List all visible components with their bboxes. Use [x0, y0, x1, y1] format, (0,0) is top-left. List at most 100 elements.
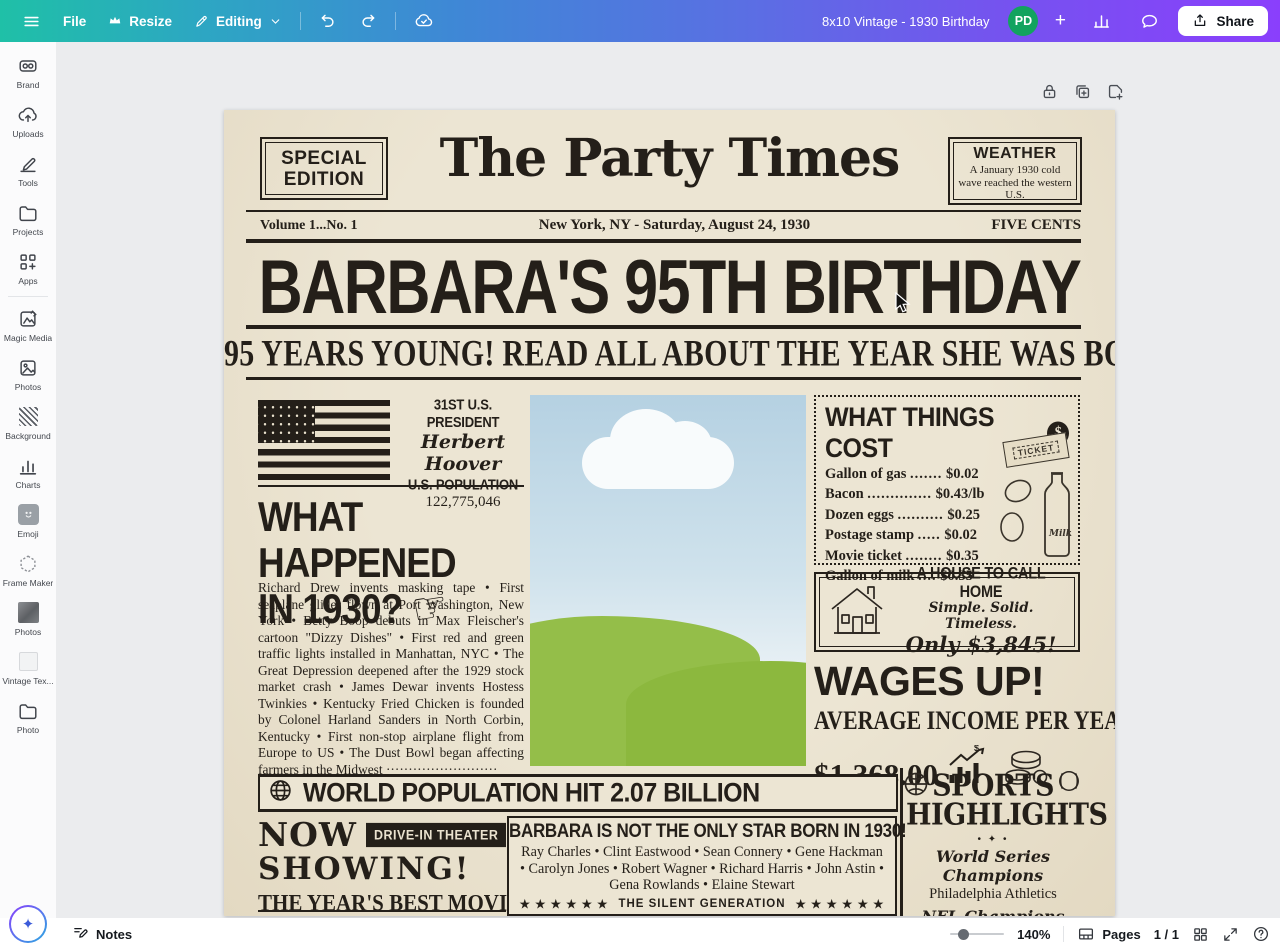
file-menu-button[interactable]: File — [53, 8, 96, 35]
badge-line1: SPECIAL — [281, 148, 367, 169]
ticket-icon: TICKET — [1002, 432, 1069, 468]
add-page-icon[interactable] — [1106, 82, 1125, 101]
grid-view-icon[interactable] — [1192, 926, 1209, 943]
help-icon[interactable] — [1252, 925, 1270, 943]
redo-button[interactable] — [349, 6, 387, 36]
sidebar-item-magic-media[interactable]: Magic Media — [0, 301, 56, 350]
sidebar-item-charts[interactable]: Charts — [0, 448, 56, 497]
stars-left: ★ ★ ★ ★ ★ ★ — [520, 897, 609, 911]
lock-icon[interactable] — [1040, 82, 1059, 101]
sidebar-item-label: Emoji — [17, 529, 38, 539]
undo-button[interactable] — [309, 6, 347, 36]
brand-icon — [17, 54, 40, 77]
avatar[interactable]: PD — [1008, 6, 1038, 36]
sidebar-item-photos-2[interactable]: Photos — [0, 595, 56, 644]
app-window: File Resize Editing — [0, 0, 1280, 950]
top-toolbar: File Resize Editing — [0, 0, 1280, 42]
page-indicator: 1 / 1 — [1154, 927, 1179, 942]
photo-folder-icon — [17, 699, 40, 722]
vintage-text-icon — [17, 650, 40, 673]
masthead-title: The Party Times — [394, 128, 945, 189]
fullscreen-icon[interactable] — [1222, 926, 1239, 943]
share-button[interactable]: Share — [1178, 6, 1268, 36]
sports-ornament: • ✦ • — [906, 834, 1080, 845]
stars-right: ★ ★ ★ ★ ★ ★ — [796, 897, 885, 911]
volume-number: Volume 1...No. 1 — [260, 218, 358, 234]
showing-word: SHOWING! — [258, 851, 506, 887]
design-page[interactable]: SPECIAL EDITION The Party Times WEATHER … — [224, 110, 1115, 916]
sidebar-item-uploads[interactable]: Uploads — [0, 97, 56, 146]
photo-thumbnail-icon — [17, 601, 40, 624]
sidebar-item-label: Photos — [15, 382, 41, 392]
emoji-icon — [17, 503, 40, 526]
sidebar-item-photo[interactable]: Photo — [0, 693, 56, 742]
nfl-champions-label: NFL Champions — [906, 907, 1080, 916]
price: FIVE CENTS — [991, 217, 1081, 234]
share-export-icon — [1192, 13, 1208, 29]
main-menu-button[interactable] — [12, 6, 51, 37]
sidebar-item-label: Tools — [18, 178, 38, 188]
sidebar-item-tools[interactable]: Tools — [0, 146, 56, 195]
notes-label: Notes — [96, 927, 132, 942]
sidebar-item-emoji[interactable]: Emoji — [0, 497, 56, 546]
subheadline: 95 YEARS YOUNG! READ ALL ABOUT THE YEAR … — [224, 334, 1115, 375]
now-word: NOW — [258, 818, 357, 851]
zoom-level[interactable]: 140% — [1017, 927, 1050, 942]
crown-icon — [108, 14, 122, 28]
insights-button[interactable] — [1082, 6, 1121, 37]
sidebar-item-label: Background — [5, 431, 50, 441]
sidebar-item-label: Vintage Tex... — [2, 676, 53, 686]
house-price: Only $3,845! — [894, 632, 1068, 657]
pages-icon — [1077, 925, 1095, 943]
redo-icon — [359, 12, 377, 30]
sidebar-item-label: Photos — [15, 627, 41, 637]
what-happened-line1: WHAT HAPPENED — [258, 494, 548, 586]
duplicate-page-icon[interactable] — [1073, 82, 1092, 101]
sidebar-item-vintage-text[interactable]: Vintage Tex... — [0, 644, 56, 693]
page-actions-toolbar — [1040, 82, 1125, 101]
canva-assistant-button[interactable]: ✦ — [9, 905, 47, 943]
sidebar-item-brand[interactable]: Brand — [0, 48, 56, 97]
house-tagline: Simple. Solid. Timeless. — [894, 600, 1068, 632]
globe-icon — [268, 778, 293, 808]
badge-line2: EDITION — [284, 169, 365, 190]
editing-label: Editing — [216, 14, 262, 29]
editing-mode-button[interactable]: Editing — [184, 8, 292, 35]
sidebar-item-background[interactable]: Background — [0, 399, 56, 448]
folder-icon — [17, 201, 40, 224]
rule-thick — [246, 377, 1081, 380]
sidebar-item-frame-maker[interactable]: Frame Maker — [0, 546, 56, 595]
charts-icon — [17, 454, 40, 477]
sidebar-item-apps[interactable]: Apps — [0, 244, 56, 293]
what-happened-body: Richard Drew invents masking tape • Firs… — [258, 580, 524, 778]
sidebar-item-projects[interactable]: Projects — [0, 195, 56, 244]
body-text: Richard Drew invents masking tape • Firs… — [258, 580, 524, 777]
sidebar-item-label: Photo — [17, 725, 39, 735]
cloud-save-status-button[interactable] — [404, 5, 444, 37]
location-date: New York, NY - Saturday, August 24, 1930 — [358, 217, 992, 234]
zoom-slider-thumb[interactable] — [958, 929, 969, 940]
sidebar-divider — [8, 296, 48, 297]
sidebar-item-label: Charts — [15, 480, 40, 490]
undo-icon — [319, 12, 337, 30]
hamburger-icon — [22, 12, 41, 31]
notes-button[interactable]: Notes — [72, 924, 132, 944]
zoom-slider[interactable] — [950, 933, 1004, 935]
sidebar-item-photos[interactable]: Photos — [0, 350, 56, 399]
drive-in-badge: DRIVE-IN THEATER — [366, 822, 506, 846]
comment-bubble-icon — [1140, 12, 1159, 31]
resize-button[interactable]: Resize — [98, 8, 182, 35]
us-flag-icon — [258, 400, 390, 480]
world-series-label: World Series Champions — [906, 847, 1080, 885]
main-headline: BARBARA'S 95TH BIRTHDAY — [224, 243, 1115, 331]
pages-button[interactable]: Pages — [1077, 925, 1140, 943]
born-stars-box: BARBARA IS NOT THE ONLY STAR BORN IN 193… — [507, 816, 897, 916]
landscape-photo[interactable] — [530, 395, 806, 766]
add-collaborator-button[interactable]: + — [1047, 10, 1073, 32]
comments-button[interactable] — [1130, 6, 1169, 37]
document-title[interactable]: 8x10 Vintage - 1930 Birthday — [822, 14, 989, 29]
apps-grid-icon — [17, 250, 40, 273]
world-series-value: Philadelphia Athletics — [906, 886, 1080, 903]
status-bar: Notes 140% Pages 1 / 1 — [0, 918, 1280, 950]
canvas-area[interactable]: SPECIAL EDITION The Party Times WEATHER … — [56, 42, 1280, 918]
